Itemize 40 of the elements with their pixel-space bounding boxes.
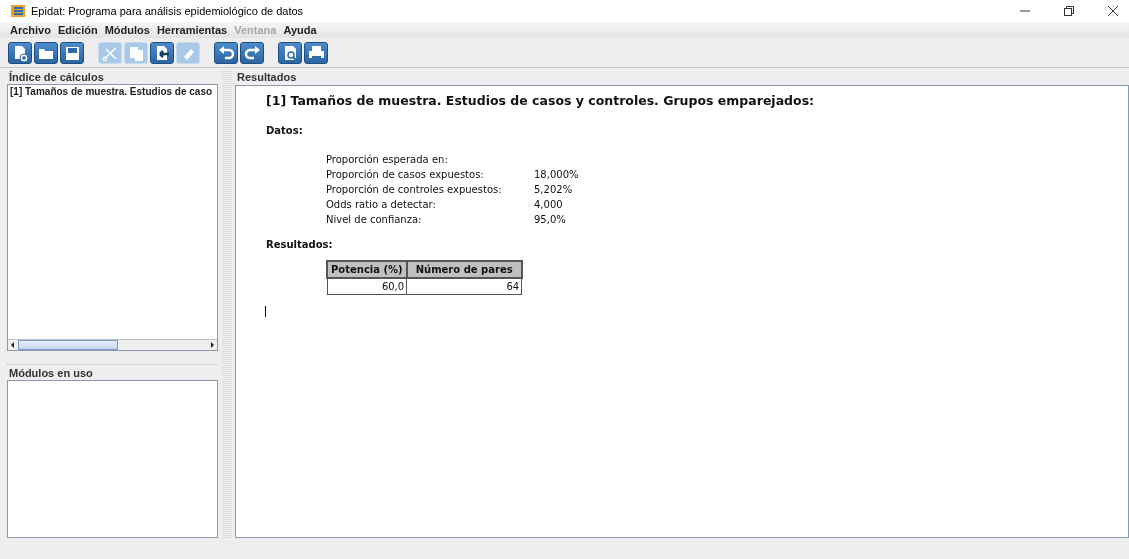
horizontal-scrollbar[interactable] (8, 339, 217, 350)
restore-icon[interactable] (1064, 6, 1074, 16)
close-icon[interactable] (1108, 6, 1118, 16)
list-item[interactable]: [1] Tamaños de muestra. Estudios de caso (8, 85, 215, 98)
menu-item[interactable]: Ayuda (283, 21, 317, 39)
menu-item[interactable]: Archivo (10, 21, 51, 39)
data-value: 5,202% (534, 182, 573, 197)
app-icon (11, 5, 25, 17)
paste-button[interactable] (150, 41, 174, 64)
panel-title: Resultados (236, 71, 298, 85)
data-label: Proporción de casos expuestos: (326, 167, 485, 182)
text-cursor (265, 305, 266, 317)
section-heading: Resultados: (266, 237, 334, 252)
data-value: 95,0% (534, 212, 566, 227)
scrollbar-thumb[interactable] (18, 340, 118, 350)
menu-item[interactable]: Herramientas (156, 21, 228, 39)
menu-item[interactable]: Edición (57, 21, 98, 39)
new-document-button[interactable] (8, 41, 32, 64)
data-label: Odds ratio a detectar: (326, 197, 437, 212)
column-header: Potencia (%) (327, 260, 407, 278)
window-title: Epidat: Programa para análisis epidemiológico de datos (31, 3, 304, 19)
data-label: Proporción de controles expuestos: (326, 182, 503, 197)
undo-arrow-button[interactable] (214, 41, 238, 64)
menu-item[interactable]: Módulos (104, 21, 150, 39)
floppy-disk-button[interactable] (60, 41, 84, 64)
column-header: Número de pares (406, 260, 522, 278)
table-cell: 64 (406, 277, 522, 295)
panel-title: Índice de cálculos (8, 71, 105, 84)
results-heading: [1] Tamaños de muestra. Estudios de casos y controles. Grupos emparejados: (266, 92, 816, 110)
magnifier-page-button[interactable] (278, 41, 302, 64)
table-cell: 60,0 (327, 277, 407, 295)
printer-button[interactable] (304, 41, 328, 64)
data-label: Proporción esperada en: (326, 152, 449, 167)
data-value: 4,000 (534, 197, 563, 212)
redo-arrow-button[interactable] (240, 41, 264, 64)
folder-button[interactable] (34, 41, 58, 64)
data-value: 18,000% (534, 167, 579, 182)
section-heading: Datos: (266, 123, 304, 138)
panel-title: Módulos en uso (8, 367, 94, 380)
data-label: Nivel de confianza: (326, 212, 423, 227)
